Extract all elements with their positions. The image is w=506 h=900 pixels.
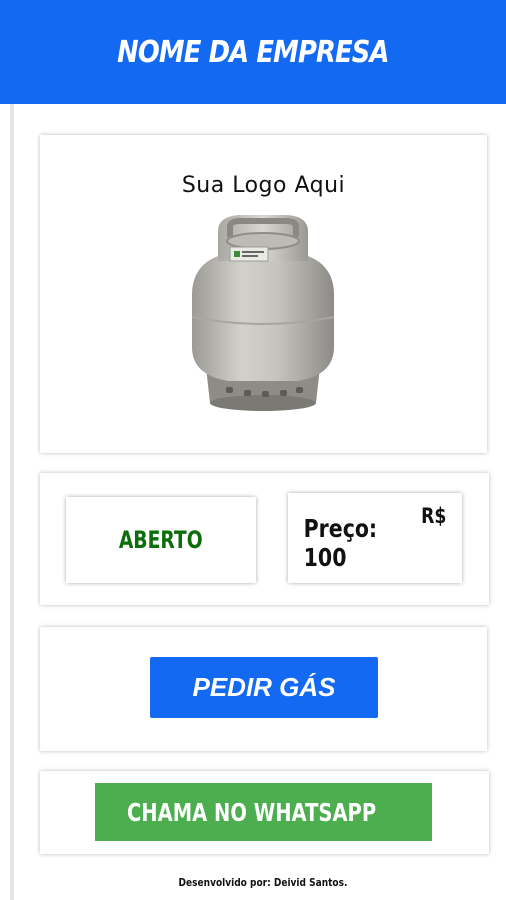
whatsapp-card: CHAMA NO WHATSAPP xyxy=(40,771,489,854)
order-card: PEDIR GÁS xyxy=(40,627,487,751)
app-header: NOME DA EMPRESA xyxy=(0,0,506,104)
open-status-box: ABERTO xyxy=(66,497,256,583)
status-badge: ABERTO xyxy=(119,526,203,554)
footer-credit: Desenvolvido por: Deivid Santos. xyxy=(178,876,348,889)
gas-cylinder-icon xyxy=(191,215,335,411)
side-divider xyxy=(10,104,14,900)
price-display: Preço: 100 R$ xyxy=(304,504,447,572)
price-box: Preço: 100 R$ xyxy=(288,493,462,583)
whatsapp-label: CHAMA NO WHATSAPP xyxy=(127,797,377,827)
company-name: NOME DA EMPRESA xyxy=(117,34,389,70)
logo-text: Sua Logo Aqui xyxy=(181,173,346,198)
currency-symbol: R$ xyxy=(421,504,447,528)
logo-card: Sua Logo Aqui xyxy=(40,135,487,453)
price-label: Preço: 100 xyxy=(303,514,378,572)
whatsapp-button[interactable]: CHAMA NO WHATSAPP xyxy=(95,783,432,841)
status-card: ABERTO Preço: 100 R$ xyxy=(40,473,489,605)
order-gas-button[interactable]: PEDIR GÁS xyxy=(150,657,378,718)
